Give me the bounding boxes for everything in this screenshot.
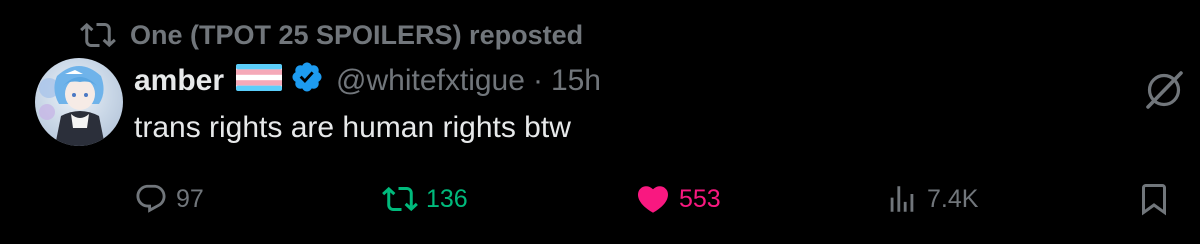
verified-badge-icon[interactable] <box>290 60 324 102</box>
post-text: trans rights are human rights btw <box>134 111 571 144</box>
repost-button[interactable]: 136 <box>382 176 468 222</box>
trans-flag-icon <box>236 63 283 99</box>
reply-icon <box>134 182 168 216</box>
reply-count: 97 <box>176 184 204 213</box>
repost-icon <box>80 17 116 53</box>
bookmark-button[interactable] <box>1136 176 1172 222</box>
repost-count: 136 <box>426 184 468 213</box>
user-handle[interactable]: @whitefxtigue <box>336 64 525 98</box>
views-count: 7.4K <box>927 184 979 213</box>
social-context[interactable]: One (TPOT 25 SPOILERS) reposted <box>80 16 583 54</box>
reply-button[interactable]: 97 <box>134 176 204 222</box>
display-name[interactable]: amber <box>134 64 224 98</box>
grok-icon[interactable] <box>1141 67 1187 113</box>
timestamp[interactable]: 15h <box>551 64 601 98</box>
repost-icon <box>382 181 418 217</box>
separator-dot: · <box>532 64 543 97</box>
analytics-icon <box>885 182 919 216</box>
avatar[interactable] <box>35 58 123 146</box>
heart-icon <box>635 181 671 217</box>
post-header: amber @whitefxtigue · 15h <box>134 58 601 104</box>
like-button[interactable]: 553 <box>635 176 721 222</box>
like-count: 553 <box>679 184 721 213</box>
bookmark-icon <box>1136 181 1172 217</box>
views-button[interactable]: 7.4K <box>885 176 978 222</box>
repost-context-text[interactable]: One (TPOT 25 SPOILERS) reposted <box>130 20 583 51</box>
